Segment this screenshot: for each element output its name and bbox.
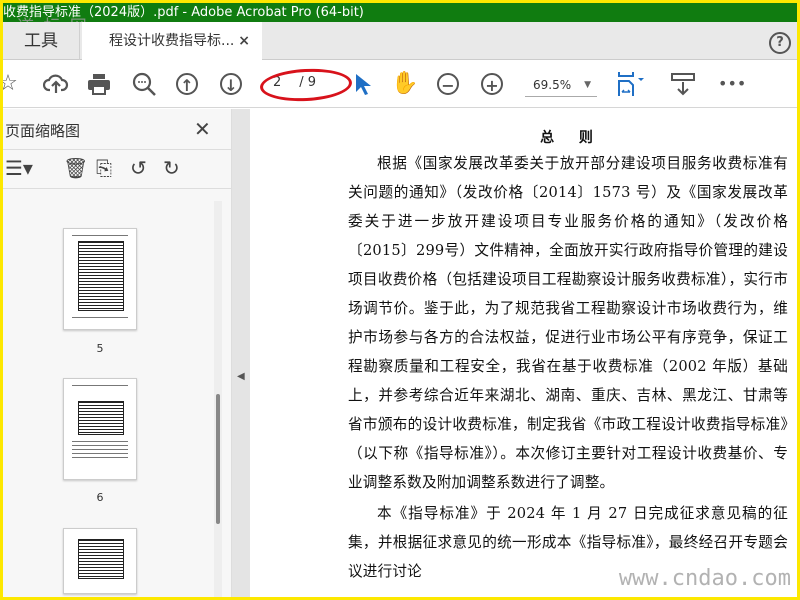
tab-bar: 工具 程设计收费指导标... × ? [3, 22, 797, 61]
insert-page-icon[interactable]: ⎘ [96, 156, 112, 180]
collapse-panel-icon[interactable]: ◀ [237, 371, 245, 382]
star-icon[interactable]: ☆ [3, 71, 21, 97]
rotate-counterclockwise-icon[interactable]: ↺ [130, 156, 147, 180]
close-panel-icon[interactable]: ✕ [194, 117, 211, 141]
tab-document[interactable]: 程设计收费指导标... × [82, 22, 262, 61]
thumbnail-label: 5 [96, 342, 104, 355]
close-tab-icon[interactable]: × [238, 22, 250, 60]
read-mode-icon[interactable] [670, 71, 696, 97]
page-thumbnail-5[interactable] [63, 228, 137, 330]
select-cursor-icon[interactable] [349, 71, 375, 97]
print-icon[interactable] [86, 71, 112, 97]
chevron-down-icon: ▼ [584, 80, 591, 90]
red-highlight-ellipse [259, 66, 353, 104]
tab-tools[interactable]: 工具 [3, 22, 80, 60]
thumbnail-options-icon[interactable]: ☰▾ [5, 156, 33, 180]
zoom-value: 69.5% [533, 78, 572, 92]
more-options-icon[interactable]: ••• [718, 71, 746, 97]
fit-page-icon[interactable] [617, 71, 644, 97]
acrobat-window: 收费指导标准（2024版）.pdf - Adobe Acrobat Pro (6… [3, 3, 797, 597]
panel-title: 页面缩略图 [5, 122, 81, 140]
document-text: 根据《国家发展改革委关于放开部分建设项目服务收费标准有关问题的通知》（发改价格〔… [348, 149, 788, 586]
main-toolbar: ☆ ↑ ↓ 2/ 9 ✋ − + 69.5% ▼ ••• [3, 61, 797, 108]
title-bar: 收费指导标准（2024版）.pdf - Adobe Acrobat Pro (6… [3, 3, 797, 22]
section-heading: 总 则 [540, 130, 603, 146]
rotate-clockwise-icon[interactable]: ↻ [163, 156, 180, 180]
zoom-in-icon[interactable]: + [481, 73, 503, 95]
site-watermark: www.cndao.com [618, 566, 791, 591]
help-icon[interactable]: ? [769, 32, 791, 54]
tab-document-label: 程设计收费指导标... [109, 33, 235, 49]
thumbnail-toolbar: ☰▾ 🗑 ⎘ ↺ ↻ [3, 149, 232, 189]
zoom-out-icon[interactable]: − [437, 73, 459, 95]
document-view: 总 则 根据《国家发展改革委关于放开部分建设项目服务收费标准有关问题的通知》（发… [250, 109, 797, 597]
next-page-icon[interactable]: ↓ [220, 73, 242, 95]
zoom-search-icon[interactable] [131, 71, 157, 97]
zoom-level-select[interactable]: 69.5% ▼ [525, 75, 597, 97]
cloud-upload-icon[interactable] [42, 71, 69, 97]
scrollbar-thumb[interactable] [216, 394, 220, 524]
body-paragraph: 根据《国家发展改革委关于放开部分建设项目服务收费标准有关问题的通知》（发改价格〔… [348, 155, 788, 491]
hand-tool-icon[interactable]: ✋ [391, 71, 418, 97]
page-thumbnail-7[interactable] [63, 528, 137, 594]
previous-page-icon[interactable]: ↑ [176, 73, 198, 95]
thumbnail-scrollbar[interactable] [214, 201, 222, 597]
thumbnail-label: 6 [96, 491, 104, 504]
delete-icon[interactable]: 🗑 [63, 156, 88, 180]
thumbnail-panel: 页面缩略图 ✕ ☰▾ 🗑 ⎘ ↺ ↻ 5 6 7 [3, 109, 232, 597]
page-thumbnail-6[interactable] [63, 378, 137, 480]
panel-splitter[interactable]: ◀ [232, 109, 250, 597]
